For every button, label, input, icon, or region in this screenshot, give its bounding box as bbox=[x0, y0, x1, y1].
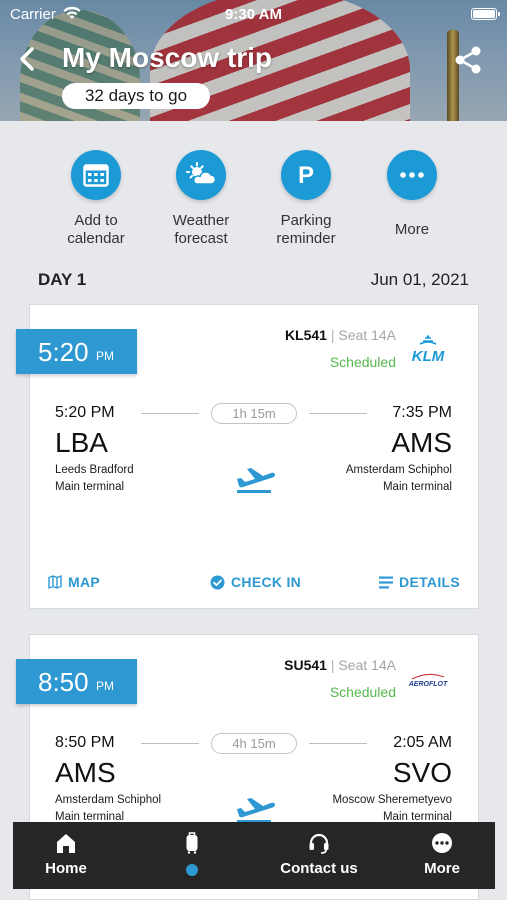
add-to-calendar-button[interactable]: Add to calendar bbox=[41, 150, 151, 248]
action-label: reminder bbox=[276, 230, 336, 247]
arrival-terminal: Main terminal bbox=[382, 481, 452, 493]
tab-label: Home bbox=[45, 860, 87, 877]
arrival-airport-name: Amsterdam Schiphol bbox=[345, 464, 452, 476]
tab-more[interactable]: More bbox=[401, 822, 483, 889]
share-icon[interactable] bbox=[452, 44, 484, 76]
flight-number: SU541 bbox=[284, 657, 327, 673]
more-dots-icon bbox=[400, 172, 424, 178]
action-label: More bbox=[394, 221, 430, 238]
parking-reminder-button[interactable]: P Parking reminder bbox=[251, 150, 361, 248]
time-tag-value: 5:20 bbox=[38, 337, 89, 367]
departure-time-tag: 5:20 PM bbox=[16, 329, 137, 374]
check-in-button[interactable]: CHECK IN bbox=[210, 574, 301, 590]
map-button[interactable]: MAP bbox=[48, 574, 100, 590]
departure-airport-code: AMS bbox=[55, 757, 116, 788]
departure-airport-name: Amsterdam Schiphol bbox=[55, 794, 162, 806]
tab-contact-us[interactable]: Contact us bbox=[269, 822, 369, 889]
flight-status: Scheduled bbox=[329, 684, 396, 700]
day-date: Jun 01, 2021 bbox=[370, 270, 469, 289]
countdown-badge: 32 days to go bbox=[62, 83, 210, 109]
flight-separator: | bbox=[330, 657, 335, 673]
flight-info: SU541 | Seat 14A bbox=[284, 657, 396, 673]
more-circle-icon bbox=[432, 833, 452, 853]
flight-info: KL541 | Seat 14A bbox=[285, 327, 396, 343]
klm-logo: KLM bbox=[412, 335, 445, 363]
departure-time: 5:20 PM bbox=[55, 404, 115, 421]
seat-label: Seat 14A bbox=[338, 327, 396, 343]
weather-forecast-button[interactable]: Weather forecast bbox=[146, 150, 256, 248]
flight-duration: 1h 15m bbox=[211, 403, 297, 424]
flight-card[interactable]: 5:20 PM KL541 | Seat 14A Scheduled KLM 5… bbox=[16, 304, 479, 609]
details-button[interactable]: DETAILS bbox=[379, 574, 460, 590]
status-time: 9:30 AM bbox=[225, 6, 282, 23]
action-label: forecast bbox=[174, 230, 228, 247]
action-label: calendar bbox=[67, 230, 125, 247]
arrival-airport-code: AMS bbox=[391, 427, 452, 458]
divider-line bbox=[141, 743, 199, 744]
battery-icon bbox=[471, 8, 500, 20]
departure-airport-name: Leeds Bradford bbox=[55, 464, 134, 476]
tab-bar: Home Contact us More bbox=[13, 822, 495, 889]
action-label: Parking bbox=[280, 212, 332, 229]
calendar-icon bbox=[83, 164, 109, 187]
divider-line bbox=[141, 413, 199, 414]
map-icon bbox=[48, 575, 62, 589]
home-icon bbox=[57, 834, 75, 853]
arrival-time: 7:35 PM bbox=[392, 404, 452, 421]
tab-home[interactable]: Home bbox=[23, 822, 109, 889]
card-actions: MAP CHECK IN DETAILS bbox=[30, 574, 478, 594]
check-circle-icon bbox=[210, 575, 225, 589]
plane-takeoff-icon bbox=[237, 798, 275, 823]
day-header: DAY 1 Jun 01, 2021 bbox=[38, 270, 469, 290]
flight-duration: 4h 15m bbox=[211, 733, 297, 754]
departure-time: 8:50 PM bbox=[55, 734, 115, 751]
airline-logo-text: AEROFLOT bbox=[408, 681, 448, 688]
day-label: DAY 1 bbox=[38, 270, 87, 289]
action-label: Weather bbox=[172, 212, 230, 229]
more-actions-button[interactable]: More bbox=[357, 150, 467, 239]
list-icon bbox=[379, 576, 394, 588]
arrival-time: 2:05 AM bbox=[393, 734, 452, 751]
divider-line bbox=[309, 743, 367, 744]
plane-takeoff-icon bbox=[237, 468, 275, 493]
tab-trip[interactable] bbox=[149, 822, 235, 889]
action-label: Add to bbox=[74, 212, 118, 229]
back-button[interactable] bbox=[14, 44, 40, 74]
divider-line bbox=[309, 413, 367, 414]
time-tag-suffix: PM bbox=[96, 349, 114, 363]
headset-icon bbox=[309, 833, 329, 854]
details-label: DETAILS bbox=[399, 574, 460, 590]
airline-logo-text: KLM bbox=[412, 348, 445, 363]
svg-text:P: P bbox=[298, 162, 314, 188]
active-tab-indicator bbox=[186, 864, 198, 876]
flight-separator: | bbox=[330, 327, 335, 343]
time-tag-suffix: PM bbox=[96, 679, 114, 693]
map-label: MAP bbox=[68, 574, 101, 590]
seat-label: Seat 14A bbox=[338, 657, 396, 673]
tab-label: Contact us bbox=[280, 860, 358, 877]
page-title: My Moscow trip bbox=[62, 42, 273, 73]
arrival-airport-code: SVO bbox=[392, 757, 452, 788]
status-bar: Carrier 9:30 AM bbox=[0, 4, 507, 24]
departure-time-tag: 8:50 PM bbox=[16, 659, 137, 704]
flight-status: Scheduled bbox=[329, 354, 396, 370]
departure-airport-code: LBA bbox=[55, 427, 108, 458]
tab-label: More bbox=[424, 860, 460, 877]
weather-icon bbox=[186, 162, 216, 185]
luggage-icon bbox=[186, 832, 198, 854]
arrival-airport-name: Moscow Sheremetyevo bbox=[332, 794, 452, 806]
quick-actions: Add to calendar Weather forecast P Parki… bbox=[0, 150, 507, 250]
flight-number: KL541 bbox=[284, 327, 327, 343]
departure-terminal: Main terminal bbox=[55, 481, 125, 493]
parking-icon: P bbox=[298, 162, 314, 188]
time-tag-value: 8:50 bbox=[38, 667, 89, 697]
check-in-label: CHECK IN bbox=[231, 574, 302, 590]
aeroflot-logo: AEROFLOT bbox=[408, 673, 448, 688]
